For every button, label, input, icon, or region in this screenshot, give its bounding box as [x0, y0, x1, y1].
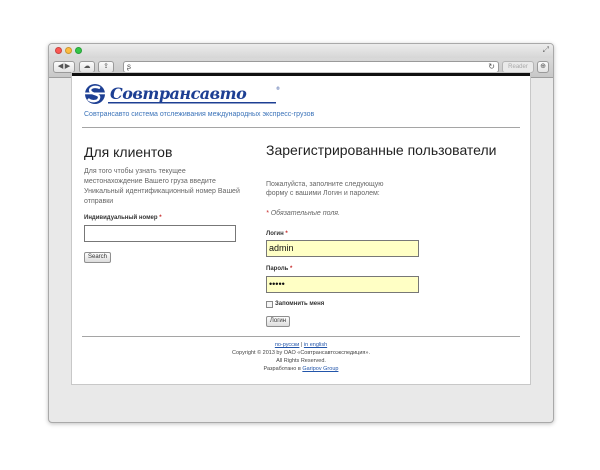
developed-by-text: Разработано в: [263, 366, 301, 372]
tracking-number-label-text: Индивидуальный номер: [84, 215, 158, 221]
remember-me-label: Запомнить меня: [275, 301, 325, 307]
share-icon: ⇪: [103, 63, 109, 70]
tracking-number-input[interactable]: [84, 225, 236, 242]
svg-text:®: ®: [276, 86, 280, 91]
top-border: [72, 73, 530, 76]
close-icon[interactable]: [55, 47, 62, 54]
lang-separator: |: [300, 342, 303, 348]
tracking-number-label: Индивидуальный номер *: [84, 215, 162, 221]
fullscreen-icon[interactable]: ⤢: [543, 45, 549, 55]
username-label-text: Логин: [266, 231, 284, 237]
lang-ru-link[interactable]: по-русски: [275, 342, 300, 348]
search-button[interactable]: Search: [84, 252, 111, 263]
browser-window: ⤢ ◀|▶ ☁ ⇪ ʂ ↻ Reader ⊕ Совтрансавто ® Со…: [48, 43, 554, 423]
tagline: Совтрансавто система отслеживания междун…: [84, 111, 315, 118]
page-content: Совтрансавто ® Совтрансавто система отсл…: [71, 72, 531, 385]
login-description: Пожалуйста, заполните следующую форму с …: [266, 181, 384, 197]
rights-text: All Rights Reserved.: [276, 358, 326, 364]
username-input[interactable]: admin: [266, 240, 419, 257]
download-icon: ⊕: [540, 63, 546, 70]
minimize-icon[interactable]: [65, 47, 72, 54]
clients-description: Для того чтобы узнать текущее местонахож…: [84, 168, 240, 205]
download-button[interactable]: ⊕: [537, 61, 549, 73]
zoom-icon[interactable]: [75, 47, 82, 54]
required-marker: *: [159, 215, 162, 221]
developer-credit: Разработано в Garipov Group: [72, 366, 530, 372]
lang-en-link[interactable]: in english: [304, 342, 327, 348]
password-label-text: Пароль: [266, 266, 289, 272]
footer-divider: [82, 336, 520, 337]
cloud-icon: ☁: [83, 63, 91, 70]
registered-users-heading: Зарегистрированные пользователи: [266, 142, 497, 158]
language-switcher: по-русски | in english: [72, 342, 530, 348]
password-label: Пароль *: [266, 266, 292, 272]
required-marker: *: [290, 266, 293, 272]
required-marker: *: [266, 210, 269, 217]
forward-icon[interactable]: ▶: [65, 63, 70, 70]
login-button[interactable]: Логин: [266, 316, 290, 327]
required-fields-text: Обязательные поля.: [270, 210, 340, 217]
required-marker: *: [285, 231, 288, 237]
developer-link[interactable]: Garipov Group: [302, 366, 338, 372]
header-divider: [82, 127, 520, 128]
logo-emblem: [84, 84, 106, 104]
clients-heading: Для клиентов: [84, 144, 173, 160]
svg-text:Совтрансавто: Совтрансавто: [110, 84, 247, 103]
username-label: Логин *: [266, 231, 288, 237]
password-input[interactable]: •••••: [266, 276, 419, 293]
reload-icon[interactable]: ↻: [488, 62, 495, 72]
copyright-text: Copyright © 2013 by ОАО «Совтрансавтоэкс…: [232, 350, 370, 356]
site-icon: ʂ: [127, 62, 131, 71]
remember-me-checkbox[interactable]: [266, 301, 273, 308]
site-logo[interactable]: Совтрансавто ®: [84, 82, 284, 106]
required-fields-note: * Обязательные поля.: [266, 210, 340, 217]
title-bar: ⤢: [49, 44, 553, 58]
